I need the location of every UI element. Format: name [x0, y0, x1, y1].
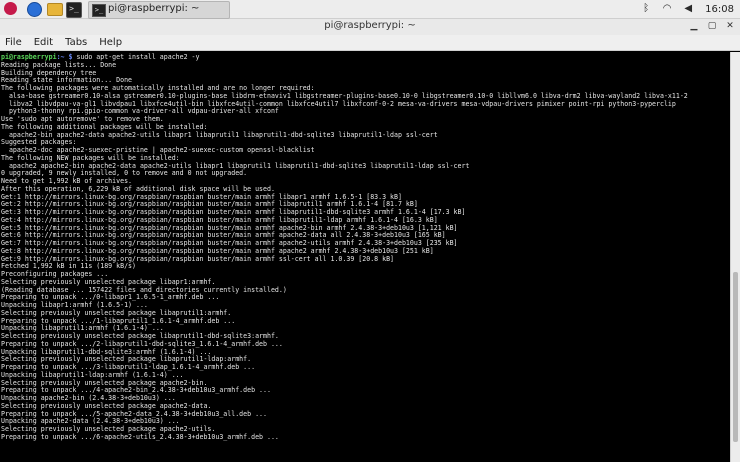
- menu-file[interactable]: File: [5, 37, 22, 48]
- bluetooth-icon[interactable]: ᛒ: [640, 3, 652, 15]
- minimize-icon[interactable]: ▁: [688, 20, 700, 32]
- system-tray: ᛒ ◠ ◀ 16:08: [640, 1, 734, 17]
- terminal-line: apache2-bin apache2-data apache2-utils l…: [1, 130, 438, 139]
- web-browser-icon[interactable]: [27, 2, 42, 17]
- volume-icon[interactable]: ◀: [682, 3, 694, 15]
- maximize-icon[interactable]: ▢: [706, 20, 718, 32]
- prompt-user: pi@raspberrypi: [1, 53, 57, 61]
- close-icon[interactable]: ✕: [724, 20, 736, 32]
- terminal-scrollbar[interactable]: [730, 52, 740, 462]
- terminal-line: Reading package lists... Done: [1, 60, 117, 69]
- scrollbar-thumb[interactable]: [733, 272, 738, 442]
- terminal-line: Preparing to unpack .../6-apache2-utils_…: [1, 432, 279, 441]
- raspberry-menu-icon[interactable]: [4, 2, 17, 15]
- clock[interactable]: 16:08: [705, 4, 734, 15]
- terminal-output[interactable]: pi@raspberrypi:~ $ sudo apt-get install …: [0, 52, 731, 462]
- window-title: pi@raspberrypi: ~: [324, 20, 416, 31]
- window-controls: ▁ ▢ ✕: [688, 20, 736, 32]
- window-titlebar[interactable]: pi@raspberrypi: ~ ▁ ▢ ✕: [0, 19, 740, 36]
- taskbar-terminal-task[interactable]: >_ pi@raspberrypi: ~: [88, 1, 230, 19]
- menu-help[interactable]: Help: [99, 37, 122, 48]
- menu-tabs[interactable]: Tabs: [65, 37, 87, 48]
- prompt-sep: :~ $: [56, 53, 77, 61]
- menu-edit[interactable]: Edit: [34, 37, 53, 48]
- wifi-icon[interactable]: ◠: [661, 3, 673, 15]
- terminal-task-icon: >_: [92, 4, 106, 17]
- menu-bar: File Edit Tabs Help: [0, 35, 740, 51]
- terminal-window: pi@raspberrypi: ~ ▁ ▢ ✕ File Edit Tabs H…: [0, 19, 740, 462]
- file-manager-icon[interactable]: [47, 3, 63, 16]
- prompt-command: sudo apt-get install apache2 -y: [76, 53, 200, 61]
- terminal-line: Fetched 1,992 kB in 11s (189 kB/s): [1, 262, 136, 271]
- taskbar: >_ >_ pi@raspberrypi: ~ ᛒ ◠ ◀ 16:08: [0, 0, 740, 19]
- terminal-launcher-icon[interactable]: >_: [66, 2, 82, 18]
- taskbar-task-label: pi@raspberrypi: ~: [108, 3, 200, 14]
